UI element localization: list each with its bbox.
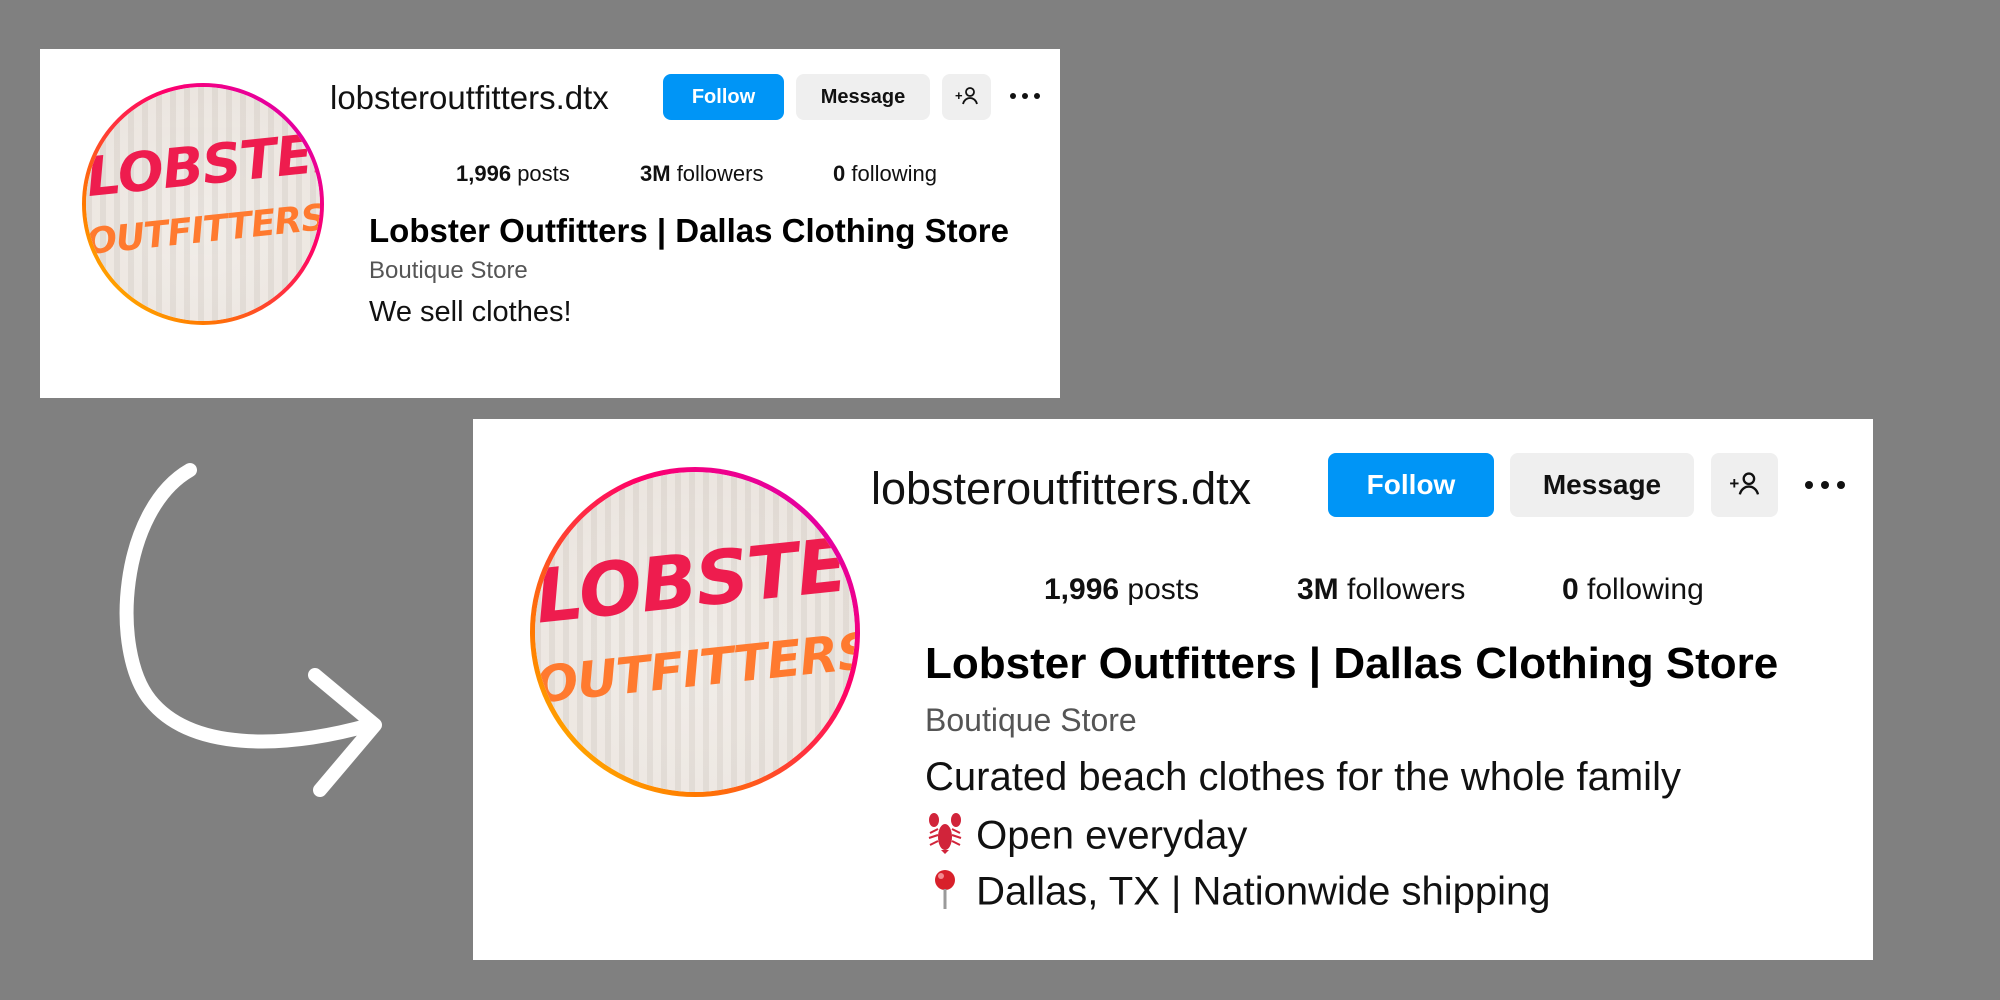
followers-value: 3M — [640, 161, 671, 186]
message-button[interactable]: Message — [796, 74, 930, 120]
posts-label: posts — [1127, 573, 1200, 606]
posts-value: 1,996 — [1044, 573, 1120, 606]
username: lobsteroutfitters.dtx — [871, 463, 1252, 514]
follow-button[interactable]: Follow — [663, 74, 784, 120]
more-options-icon[interactable] — [1805, 480, 1845, 490]
category-label: Boutique Store — [369, 257, 528, 284]
followers-value: 3M — [1297, 573, 1339, 606]
suggest-user-button[interactable]: + — [1711, 453, 1778, 517]
posts-value: 1,996 — [456, 161, 512, 186]
display-name: Lobster Outfitters | Dallas Clothing Sto… — [369, 212, 1009, 249]
category-label: Boutique Store — [925, 702, 1137, 738]
bio-line-3: Dallas, TX | Nationwide shipping — [925, 867, 1551, 921]
more-options-icon[interactable] — [1010, 92, 1040, 100]
followers-label: followers — [1347, 573, 1466, 606]
bio-line-text: Dallas, TX | Nationwide shipping — [976, 869, 1551, 914]
person-plus-icon: + — [1729, 471, 1761, 500]
profile-card-after: LOBSTER OUTFITTERS lobsteroutfitters.dtx… — [473, 419, 1873, 960]
following-value: 0 — [833, 161, 846, 186]
pin-icon — [925, 867, 965, 921]
following-value: 0 — [1562, 573, 1579, 606]
posts-label: posts — [517, 161, 570, 186]
followers-count[interactable]: 3M followers — [1297, 573, 1465, 607]
svg-text:+: + — [955, 88, 963, 103]
suggest-user-button[interactable]: + — [942, 74, 991, 120]
profile-avatar[interactable]: LOBSTER OUTFITTERS — [82, 83, 324, 325]
username: lobsteroutfitters.dtx — [330, 79, 609, 116]
bio-line-text: Curated beach clothes for the whole fami… — [925, 755, 1681, 799]
posts-count[interactable]: 1,996 posts — [1044, 573, 1199, 607]
bio-text: We sell clothes! — [369, 296, 572, 328]
bio-line-1: Curated beach clothes for the whole fami… — [925, 755, 1681, 800]
bio-line-text: Open everyday — [976, 813, 1248, 858]
display-name: Lobster Outfitters | Dallas Clothing Sto… — [925, 639, 1779, 688]
follow-button[interactable]: Follow — [1328, 453, 1494, 517]
following-count[interactable]: 0 following — [833, 161, 937, 187]
followers-count[interactable]: 3M followers — [640, 161, 764, 187]
followers-label: followers — [676, 161, 764, 186]
posts-count[interactable]: 1,996 posts — [456, 161, 570, 187]
profile-card-before: LOBSTER OUTFITTERS lobsteroutfitters.dtx… — [40, 49, 1060, 398]
lobster-icon — [925, 811, 965, 865]
following-label: following — [851, 161, 937, 186]
following-label: following — [1587, 573, 1704, 606]
person-plus-icon: + — [955, 86, 979, 109]
transition-arrow-icon — [119, 463, 382, 797]
profile-avatar[interactable]: LOBSTER OUTFITTERS — [530, 467, 860, 797]
svg-text:+: + — [1729, 474, 1739, 493]
bio-line-2: Open everyday — [925, 811, 1247, 865]
following-count[interactable]: 0 following — [1562, 573, 1704, 607]
message-button[interactable]: Message — [1510, 453, 1694, 517]
